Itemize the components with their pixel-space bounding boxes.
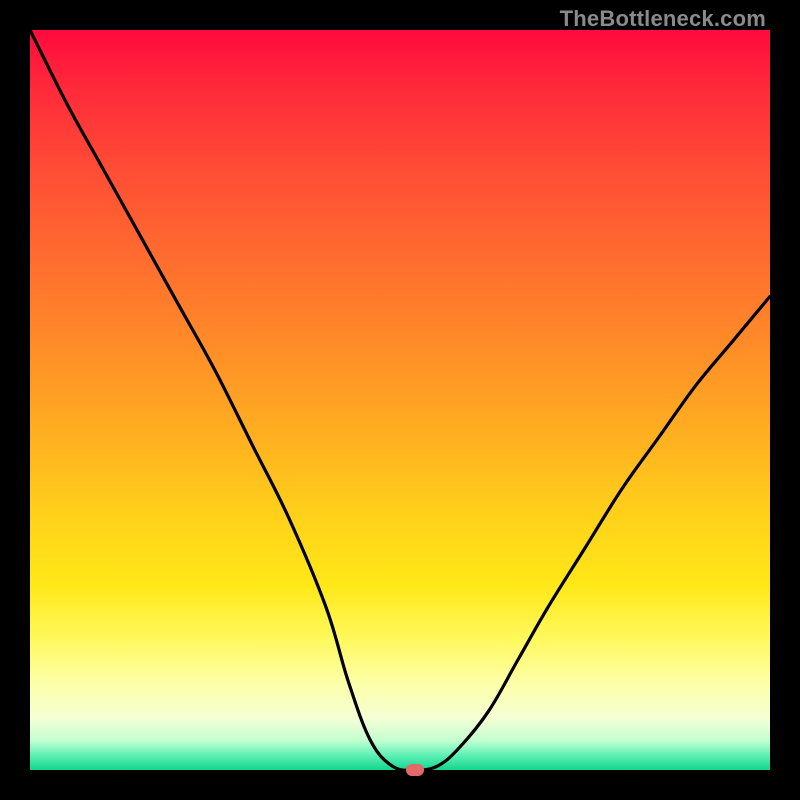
chart-frame: TheBottleneck.com (0, 0, 800, 800)
optimal-point-marker (406, 764, 424, 776)
watermark-text: TheBottleneck.com (560, 6, 766, 32)
curve-svg (30, 30, 770, 770)
plot-area (30, 30, 770, 770)
bottleneck-curve (30, 30, 770, 770)
